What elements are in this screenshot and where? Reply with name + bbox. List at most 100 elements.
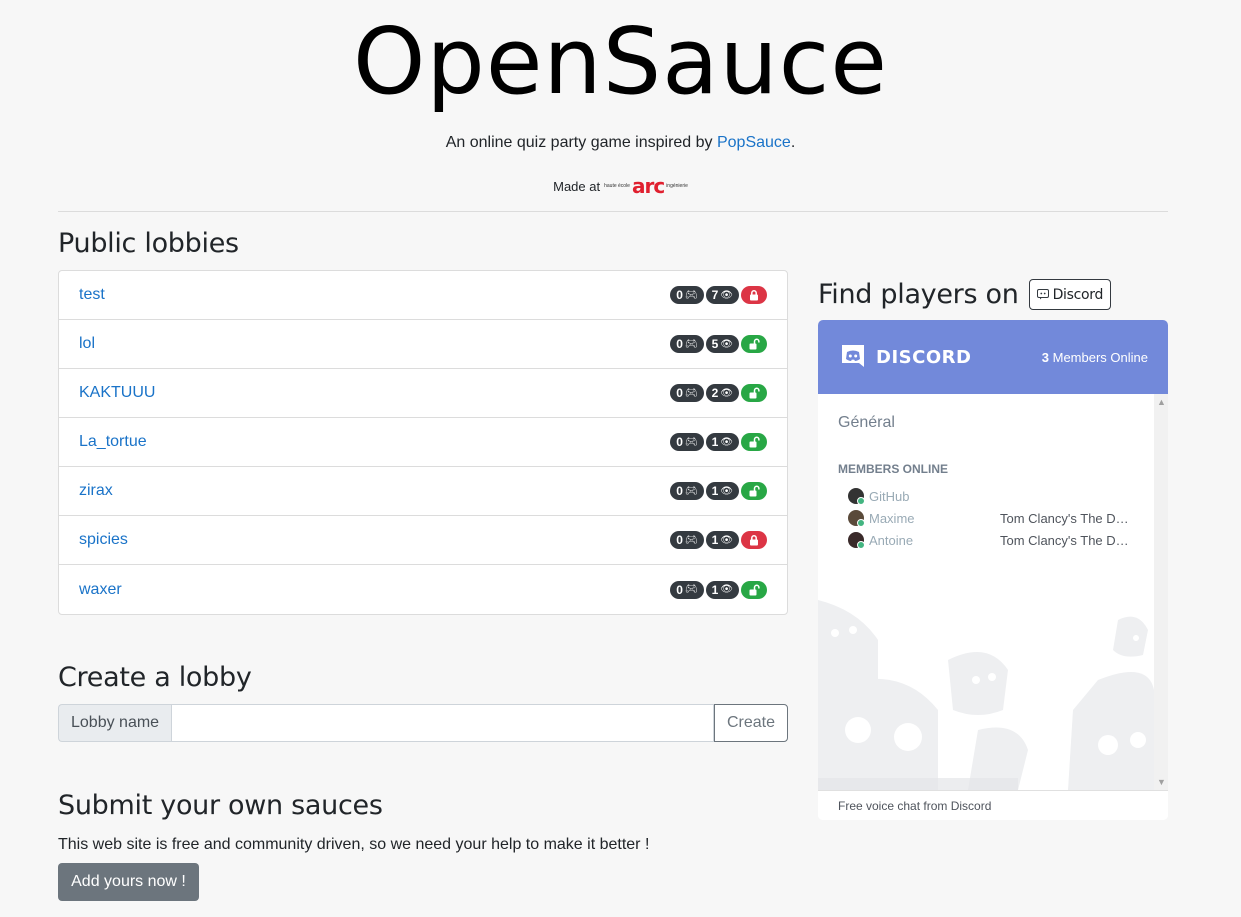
spectators-badge: 5 👁︎ xyxy=(705,335,739,353)
gamepad-icon: 🎮︎ xyxy=(684,387,698,399)
eye-icon: 👁︎ xyxy=(720,534,733,546)
lobby-name-link[interactable]: waxer xyxy=(79,581,122,599)
gamepad-icon: 🎮︎ xyxy=(684,436,698,448)
gamepad-icon: 🎮︎ xyxy=(684,584,698,595)
made-at: Made at haute école arc ingénierie xyxy=(0,176,1241,196)
players-badge: 0 🎮︎ xyxy=(670,384,704,402)
spectators-badge: 1 👁︎ xyxy=(705,580,739,599)
discord-background-art xyxy=(818,600,1154,790)
lock-icon xyxy=(741,531,767,549)
online-count-label: Members Online xyxy=(1049,349,1148,365)
member-item[interactable]: GitHub xyxy=(848,488,1130,505)
players-badge: 0 🎮︎ xyxy=(670,286,704,304)
gamepad-icon: 🎮︎ xyxy=(684,534,698,546)
players-count: 0 xyxy=(676,386,683,400)
players-count: 0 xyxy=(676,435,683,449)
site-title: OpenSauce xyxy=(353,8,888,115)
lobby-list: test 0 🎮︎ 7 👁︎ lol 0 🎮︎ 5 👁︎ KAKTUUU 0 🎮︎ 2 👁︎ La_tortu… xyxy=(58,270,788,615)
spectators-count: 1 xyxy=(711,533,719,547)
create-button[interactable]: Create xyxy=(713,704,788,742)
lobby-name-link[interactable]: spicies xyxy=(79,531,128,549)
players-count: 0 xyxy=(676,484,683,498)
lobby-name-link[interactable]: lol xyxy=(79,335,95,353)
arc-logo-mark: arc xyxy=(631,174,665,198)
players-count: 0 xyxy=(676,582,683,597)
spectators-badge: 7 👁︎ xyxy=(705,286,739,304)
lobby-badges: 0 🎮︎ 1 👁︎ xyxy=(668,531,767,549)
member-name: Antoine xyxy=(869,532,914,548)
lobby-badges: 0 🎮︎ 7 👁︎ xyxy=(668,286,767,304)
lobby-badges: 0 🎮︎ 1 👁︎ xyxy=(668,433,767,451)
discord-widget-footer[interactable]: Free voice chat from Discord xyxy=(818,790,1168,820)
discord-link-button[interactable]: Discord xyxy=(1028,279,1112,310)
spectators-count: 1 xyxy=(711,582,719,597)
find-players-title: Find players on Discord xyxy=(818,279,1112,310)
avatar xyxy=(848,510,865,527)
lobby-name-addon: Lobby name xyxy=(58,704,172,742)
avatar xyxy=(848,532,865,549)
unlock-icon xyxy=(741,580,767,599)
find-players-label: Find players on xyxy=(818,279,1019,310)
discord-widget: DISCORD 3 Members Online Général MEMBERS… xyxy=(818,320,1168,820)
players-badge: 0 🎮︎ xyxy=(670,482,704,500)
member-item[interactable]: Antoine Tom Clancy's The Division xyxy=(848,532,1130,549)
gamepad-icon: 🎮︎ xyxy=(684,485,698,497)
site-subtitle: An online quiz party game inspired by Po… xyxy=(0,134,1241,152)
discord-logo-icon xyxy=(842,345,864,367)
lobby-row[interactable]: KAKTUUU 0 🎮︎ 2 👁︎ xyxy=(59,369,787,418)
member-name: GitHub xyxy=(869,488,910,504)
member-name: Maxime xyxy=(869,510,915,526)
lobby-badges: 0 🎮︎ 1 👁︎ xyxy=(668,580,767,599)
lobby-row[interactable]: La_tortue 0 🎮︎ 1 👁︎ xyxy=(59,418,787,467)
lobby-name-link[interactable]: test xyxy=(79,286,105,304)
gamepad-icon: 🎮︎ xyxy=(684,338,698,350)
players-badge: 0 🎮︎ xyxy=(670,580,704,599)
spectators-count: 7 xyxy=(711,288,719,302)
lobby-badges: 0 🎮︎ 2 👁︎ xyxy=(668,384,767,402)
made-at-label: Made at xyxy=(553,178,601,194)
header-divider xyxy=(58,211,1168,212)
popsauce-link[interactable]: PopSauce xyxy=(717,134,791,151)
eye-icon: 👁︎ xyxy=(720,436,733,448)
discord-widget-header: DISCORD 3 Members Online xyxy=(818,320,1168,394)
lobby-name-link[interactable]: La_tortue xyxy=(79,433,147,451)
spectators-badge: 2 👁︎ xyxy=(705,384,739,402)
discord-channel-name[interactable]: Général xyxy=(838,414,895,432)
subtitle-text: An online quiz party game inspired by xyxy=(445,134,717,151)
discord-brand[interactable]: DISCORD xyxy=(838,342,971,372)
he-arc-logo[interactable]: haute école arc ingénierie xyxy=(604,176,688,196)
players-badge: 0 🎮︎ xyxy=(670,433,704,451)
lobby-name-input[interactable] xyxy=(171,704,714,742)
spectators-count: 1 xyxy=(711,435,719,449)
players-count: 0 xyxy=(676,337,683,351)
online-count-number: 3 xyxy=(1041,349,1050,365)
lobby-row[interactable]: test 0 🎮︎ 7 👁︎ xyxy=(59,271,787,320)
gamepad-icon: 🎮︎ xyxy=(684,289,698,301)
member-game: Tom Clancy's The Division xyxy=(1000,532,1130,548)
players-count: 0 xyxy=(676,533,683,547)
member-game: Tom Clancy's The Division xyxy=(1000,510,1130,526)
lobby-row[interactable]: spicies 0 🎮︎ 1 👁︎ xyxy=(59,516,787,565)
lobby-name-link[interactable]: KAKTUUU xyxy=(79,384,155,402)
member-item[interactable]: Maxime Tom Clancy's The Division xyxy=(848,510,1130,527)
players-count: 0 xyxy=(676,288,683,302)
unlock-icon xyxy=(741,335,767,353)
lobby-row[interactable]: waxer 0 🎮︎ 1 👁︎ xyxy=(59,565,787,614)
unlock-icon xyxy=(741,433,767,451)
scroll-down-icon[interactable]: ▼ xyxy=(1157,777,1166,787)
create-lobby-title: Create a lobby xyxy=(58,662,252,693)
submit-description: This web site is free and community driv… xyxy=(58,836,650,853)
lobby-badges: 0 🎮︎ 1 👁︎ xyxy=(668,482,767,500)
scroll-up-icon[interactable]: ▲ xyxy=(1157,397,1166,407)
players-badge: 0 🎮︎ xyxy=(670,335,704,353)
discord-brand-text: DISCORD xyxy=(876,346,972,368)
arc-logo-small-2: ingénierie xyxy=(666,182,688,189)
add-yours-button[interactable]: Add yours now ! xyxy=(58,863,199,901)
widget-scrollbar[interactable]: ▲ ▼ xyxy=(1154,394,1168,790)
players-badge: 0 🎮︎ xyxy=(670,531,704,549)
lobby-row[interactable]: zirax 0 🎮︎ 1 👁︎ xyxy=(59,467,787,516)
lobby-row[interactable]: lol 0 🎮︎ 5 👁︎ xyxy=(59,320,787,369)
arc-logo-small-1: haute école xyxy=(604,182,630,189)
lobby-name-link[interactable]: zirax xyxy=(79,482,113,500)
spectators-badge: 1 👁︎ xyxy=(705,531,739,549)
